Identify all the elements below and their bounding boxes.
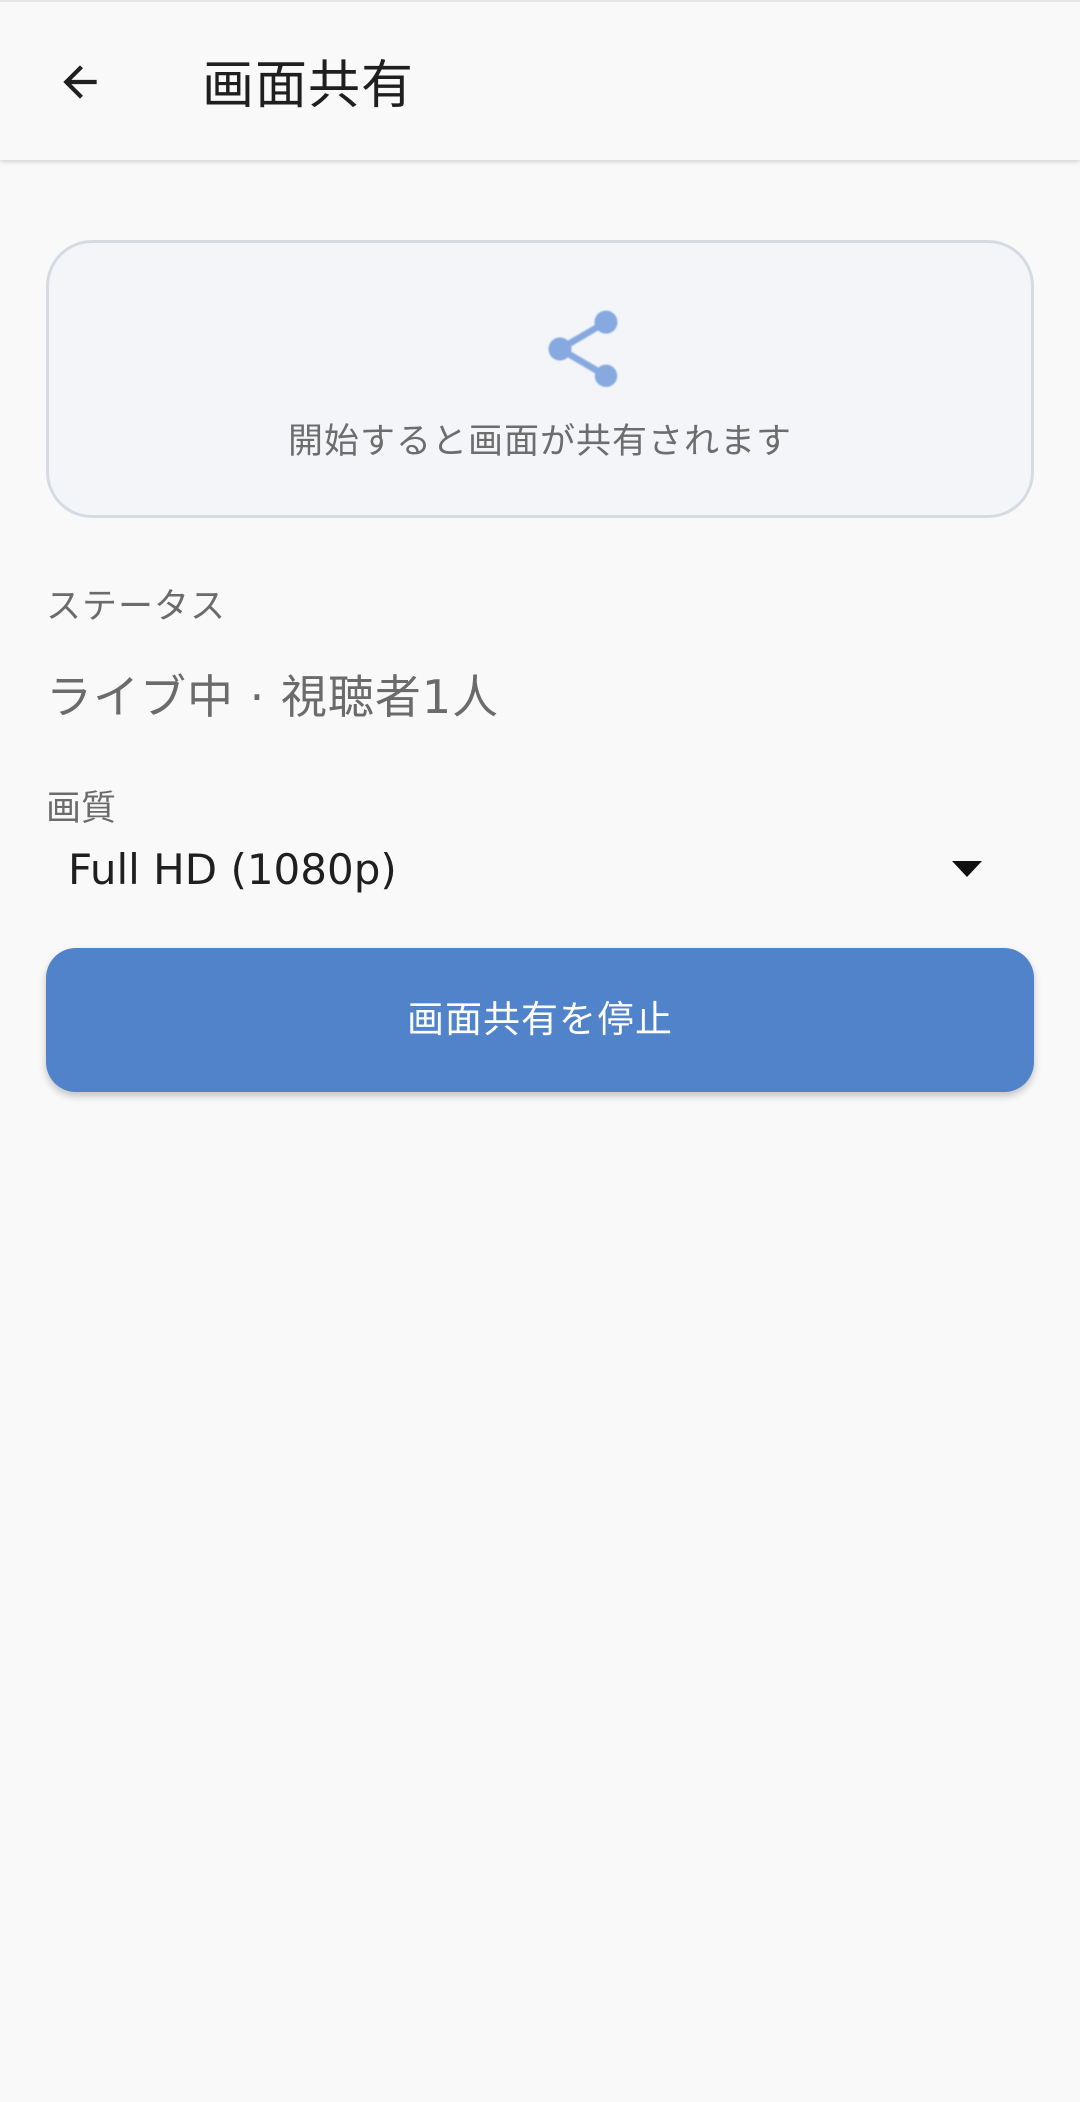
caret-down-icon: [952, 861, 982, 877]
screen-preview-card: 開始すると画面が共有されます: [46, 240, 1034, 518]
share-icon: [548, 310, 618, 388]
stop-sharing-button[interactable]: 画面共有を停止: [46, 948, 1034, 1092]
arrow-left-icon: [63, 65, 97, 99]
app-bar: 画面共有: [0, 0, 1080, 160]
preview-message: 開始すると画面が共有されます: [287, 422, 792, 462]
quality-selected-value: Full HD (1080p): [68, 845, 397, 894]
quality-dropdown[interactable]: Full HD (1080p): [46, 836, 1034, 906]
status-label: ステータス: [46, 587, 227, 627]
status-value: ライブ中 · 視聴者1人: [46, 670, 500, 724]
screen-share-page: 画面共有 開始すると画面が共有されます ステータス ライブ中 · 視聴者1人 画…: [0, 0, 1080, 2102]
quality-label: 画質: [46, 789, 117, 829]
back-button[interactable]: [36, 38, 124, 126]
page-title: 画面共有: [202, 56, 415, 116]
stop-sharing-label: 画面共有を停止: [407, 998, 673, 1041]
